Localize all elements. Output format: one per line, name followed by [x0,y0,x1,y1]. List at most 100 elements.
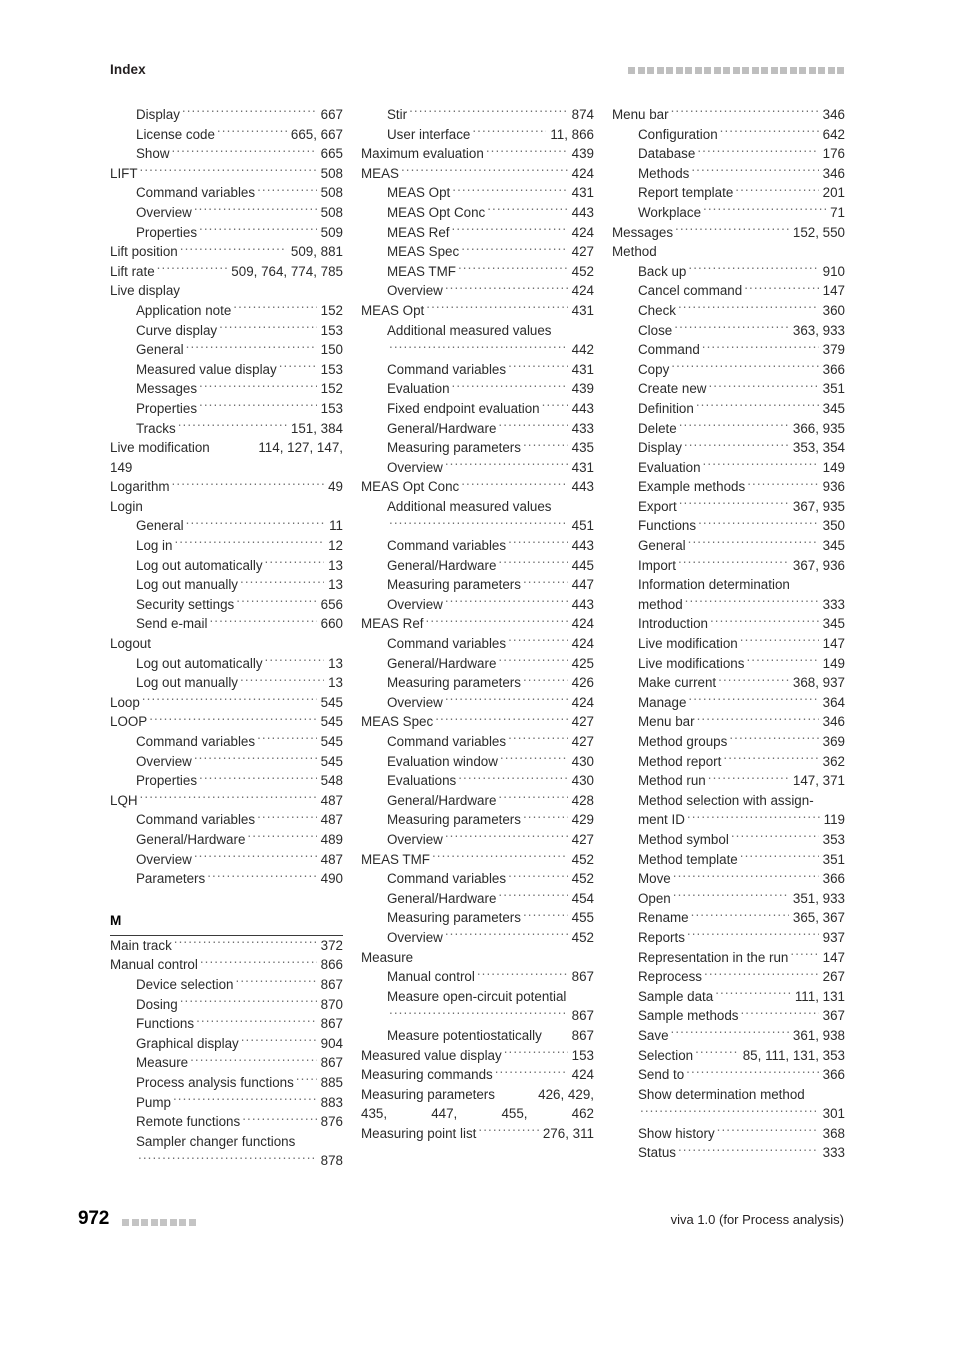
index-entry[interactable]: General 150 [110,340,343,360]
index-entry[interactable]: 867 [361,1006,594,1026]
index-entry[interactable]: Command variables 545 [110,732,343,752]
index-entry[interactable]: Save 361, 938 [612,1026,845,1046]
index-entry[interactable]: Live modification 147 [612,634,845,654]
index-entry[interactable]: LIFT 508 [110,164,343,184]
index-entry[interactable]: General/Hardware 489 [110,830,343,850]
index-entry[interactable]: Information determination [612,575,845,595]
index-entry[interactable]: Security settings 656 [110,595,343,615]
index-entry[interactable]: Sampler changer functions [110,1132,343,1152]
index-entry[interactable]: Sample methods 367 [612,1006,845,1026]
index-entry[interactable]: Maximum evaluation 439 [361,144,594,164]
index-entry[interactable]: General/Hardware 454 [361,889,594,909]
index-entry[interactable]: Lift position 509, 881 [110,242,343,262]
index-entry[interactable]: Tracks 151, 384 [110,419,343,439]
index-entry[interactable]: General/Hardware 428 [361,791,594,811]
index-entry[interactable]: Live display [110,281,343,301]
index-entry[interactable]: Close 363, 933 [612,321,845,341]
index-entry[interactable]: Manage 364 [612,693,845,713]
index-entry[interactable]: Remote functions 876 [110,1112,343,1132]
index-entry[interactable]: MEAS TMF 452 [361,850,594,870]
index-entry[interactable]: Status 333 [612,1143,845,1163]
index-entry[interactable]: License code 665, 667 [110,125,343,145]
index-entry[interactable]: Properties 548 [110,771,343,791]
index-entry[interactable]: Overview 487 [110,850,343,870]
index-entry[interactable]: Workplace 71 [612,203,845,223]
index-entry[interactable]: Measuring parameters 447 [361,575,594,595]
index-entry[interactable]: 301 [612,1104,845,1124]
index-entry[interactable]: Check 360 [612,301,845,321]
index-entry[interactable]: Functions 350 [612,516,845,536]
index-entry[interactable]: Export 367, 935 [612,497,845,517]
index-entry[interactable]: Overview 424 [361,281,594,301]
index-entry[interactable]: Evaluation window 430 [361,752,594,772]
index-entry[interactable]: ment ID 119 [612,810,845,830]
index-entry[interactable]: Show determination method [612,1085,845,1105]
index-entry[interactable]: Database 176 [612,144,845,164]
index-entry[interactable]: Measure open-circuit potential [361,987,594,1007]
index-entry[interactable]: Show history 368 [612,1124,845,1144]
index-entry[interactable]: Display 353, 354 [612,438,845,458]
index-entry[interactable]: Command variables 487 [110,810,343,830]
index-entry[interactable]: Method report 362 [612,752,845,772]
index-entry[interactable]: Log out automatically 13 [110,654,343,674]
index-entry[interactable]: Dosing 870 [110,995,343,1015]
index-entry[interactable]: Method template 351 [612,850,845,870]
index-entry[interactable]: General/Hardware 425 [361,654,594,674]
index-entry[interactable]: Command variables 427 [361,732,594,752]
index-entry[interactable]: method 333 [612,595,845,615]
index-entry[interactable]: Method [612,242,845,262]
index-entry[interactable]: Configuration 642 [612,125,845,145]
index-entry[interactable]: Back up 910 [612,262,845,282]
index-entry[interactable]: Evaluations 430 [361,771,594,791]
index-entry[interactable]: Live modification 114, 127, 147, [110,438,343,458]
index-entry[interactable]: Command variables 452 [361,869,594,889]
index-entry[interactable]: LQH 487 [110,791,343,811]
index-entry[interactable]: Overview 545 [110,752,343,772]
index-entry[interactable]: Fixed endpoint evaluation 443 [361,399,594,419]
index-entry[interactable]: Reprocess 267 [612,967,845,987]
index-entry[interactable]: Evaluation 149 [612,458,845,478]
index-entry[interactable]: Stir 874 [361,105,594,125]
index-entry[interactable]: Login [110,497,343,517]
index-entry[interactable]: MEAS TMF 452 [361,262,594,282]
index-entry[interactable]: General/Hardware 445 [361,556,594,576]
index-entry[interactable]: MEAS Opt 431 [361,183,594,203]
index-entry[interactable]: Messages 152, 550 [612,223,845,243]
index-entry[interactable]: Command variables 424 [361,634,594,654]
index-entry[interactable]: Send e-mail 660 [110,614,343,634]
index-entry[interactable]: Copy 366 [612,360,845,380]
index-entry[interactable]: Functions 867 [110,1014,343,1034]
index-entry[interactable]: Log out automatically 13 [110,556,343,576]
index-entry[interactable]: Move 366 [612,869,845,889]
index-entry[interactable]: Display 667 [110,105,343,125]
index-entry[interactable]: Log out manually 13 [110,673,343,693]
index-entry[interactable]: Logarithm 49 [110,477,343,497]
index-entry[interactable]: Measuring parameters 455 [361,908,594,928]
index-entry[interactable]: Manual control 866 [110,955,343,975]
index-entry[interactable]: Manual control 867 [361,967,594,987]
index-entry[interactable]: Selection 85, 111, 131, 353 [612,1046,845,1066]
index-entry[interactable]: Cancel command 147 [612,281,845,301]
index-entry[interactable]: Measure 867 [110,1053,343,1073]
index-entry[interactable]: MEAS Ref 424 [361,614,594,634]
index-entry[interactable]: Delete 366, 935 [612,419,845,439]
index-entry[interactable]: Messages 152 [110,379,343,399]
index-entry[interactable]: Properties 153 [110,399,343,419]
index-entry[interactable]: Measuring parameters 429 [361,810,594,830]
index-entry[interactable]: Process analysis functions 885 [110,1073,343,1093]
index-entry[interactable]: Log in 12 [110,536,343,556]
index-entry[interactable]: Overview 424 [361,693,594,713]
index-entry[interactable]: Sample data 111, 131 [612,987,845,1007]
index-entry[interactable]: Measure potentiostatically 867 [361,1026,594,1046]
index-entry[interactable]: Log out manually 13 [110,575,343,595]
index-entry[interactable]: Rename 365, 367 [612,908,845,928]
index-entry[interactable]: LOOP 545 [110,712,343,732]
index-entry[interactable]: Lift rate 509, 764, 774, 785 [110,262,343,282]
index-entry[interactable]: Overview 452 [361,928,594,948]
index-entry[interactable]: Methods 346 [612,164,845,184]
index-entry[interactable]: Method groups 369 [612,732,845,752]
index-entry[interactable]: Properties 509 [110,223,343,243]
index-entry[interactable]: MEAS Opt Conc 443 [361,203,594,223]
index-entry[interactable]: MEAS Spec 427 [361,712,594,732]
index-entry[interactable]: Parameters 490 [110,869,343,889]
